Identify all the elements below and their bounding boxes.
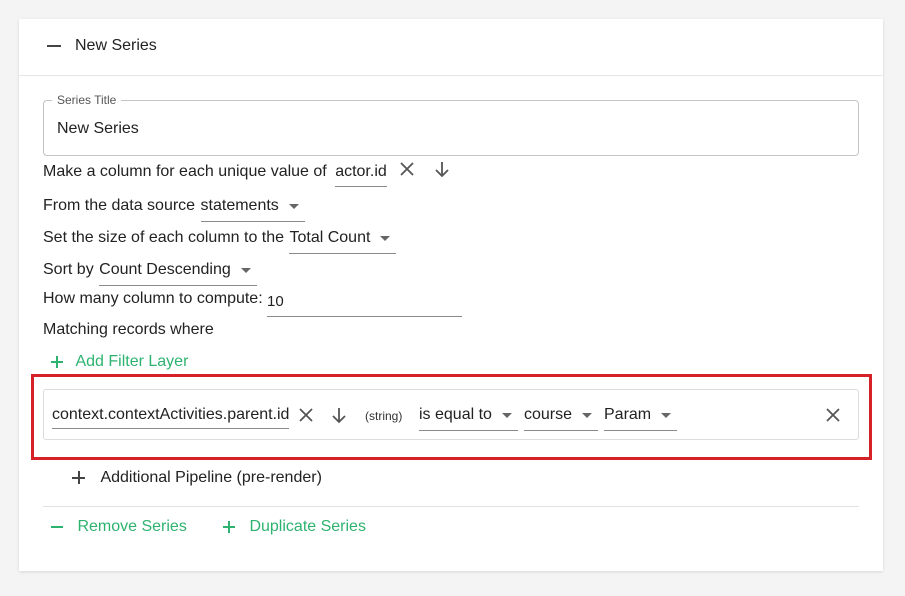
minus-icon <box>51 521 63 533</box>
matching-records-label: Matching records where <box>43 321 214 338</box>
data-source-label: From the data source <box>43 197 196 214</box>
param-value: Param <box>604 406 652 423</box>
dropdown-caret-icon <box>240 268 251 273</box>
close-icon[interactable] <box>399 161 415 177</box>
filter-field-select[interactable]: context.contextActivities.parent.id <box>52 405 290 429</box>
sort-value: Count Descending <box>99 261 231 278</box>
plus-icon <box>51 355 63 368</box>
dropdown-caret-icon <box>288 204 299 209</box>
series-header[interactable]: New Series <box>19 19 883 76</box>
duplicate-series-label: Duplicate Series <box>249 518 366 535</box>
add-filter-layer-button[interactable]: Add Filter Layer <box>51 352 188 372</box>
column-size-label: Set the size of each column to the <box>43 229 285 246</box>
dropdown-caret-icon <box>380 236 391 241</box>
dropdown-caret-icon <box>661 413 672 418</box>
unique-field-select[interactable]: actor.id <box>335 162 387 187</box>
column-count-label: How many column to compute: <box>43 290 263 307</box>
series-header-title: New Series <box>75 37 157 54</box>
add-filter-layer-label: Add Filter Layer <box>75 353 189 370</box>
column-size-row: Set the size of each column to the Total… <box>43 228 397 254</box>
series-title-field[interactable]: Series Title New Series <box>43 93 859 156</box>
remove-series-label: Remove Series <box>77 518 187 535</box>
plus-icon <box>223 520 235 533</box>
filter-layer: context.contextActivities.parent.id (str… <box>43 389 859 440</box>
remove-series-button[interactable]: Remove Series <box>51 517 187 537</box>
operator-select[interactable]: is equal to <box>419 405 518 431</box>
dropdown-caret-icon <box>501 413 512 418</box>
sort-select[interactable]: Count Descending <box>99 260 257 286</box>
series-title-legend: Series Title <box>52 93 122 107</box>
column-count-input[interactable]: 10 <box>267 289 462 317</box>
data-source-row: From the data source statements <box>43 196 305 222</box>
sort-label: Sort by <box>43 261 94 278</box>
data-source-value: statements <box>200 197 279 214</box>
dropdown-caret-icon <box>582 413 593 418</box>
arrow-down-icon[interactable] <box>331 406 347 424</box>
field-type-tag: (string) <box>365 409 403 423</box>
filter-value-select[interactable]: course <box>524 405 599 431</box>
column-size-select[interactable]: Total Count <box>289 228 397 254</box>
plus-icon <box>72 471 85 485</box>
close-icon[interactable] <box>298 407 314 423</box>
series-title-input[interactable]: New Series <box>57 120 139 138</box>
operator-value: is equal to <box>419 406 492 423</box>
additional-pipeline-button[interactable]: Additional Pipeline (pre-render) <box>72 468 322 488</box>
divider <box>43 506 859 507</box>
filter-value: course <box>524 406 573 423</box>
collapse-minus-icon[interactable] <box>47 45 61 47</box>
additional-pipeline-label: Additional Pipeline (pre-render) <box>100 469 322 486</box>
param-select[interactable]: Param <box>604 405 678 431</box>
data-source-select[interactable]: statements <box>200 196 305 222</box>
unique-value-row: Make a column for each unique value of a… <box>43 160 450 187</box>
series-card: New Series Series Title New Series Make … <box>19 19 883 571</box>
column-count-row: How many column to compute: <box>43 289 263 309</box>
column-size-value: Total Count <box>289 229 371 246</box>
arrow-down-icon[interactable] <box>434 160 450 178</box>
unique-value-label: Make a column for each unique value of <box>43 163 327 180</box>
remove-filter-close-icon[interactable] <box>825 407 841 423</box>
duplicate-series-button[interactable]: Duplicate Series <box>223 517 366 537</box>
sort-row: Sort by Count Descending <box>43 260 257 286</box>
